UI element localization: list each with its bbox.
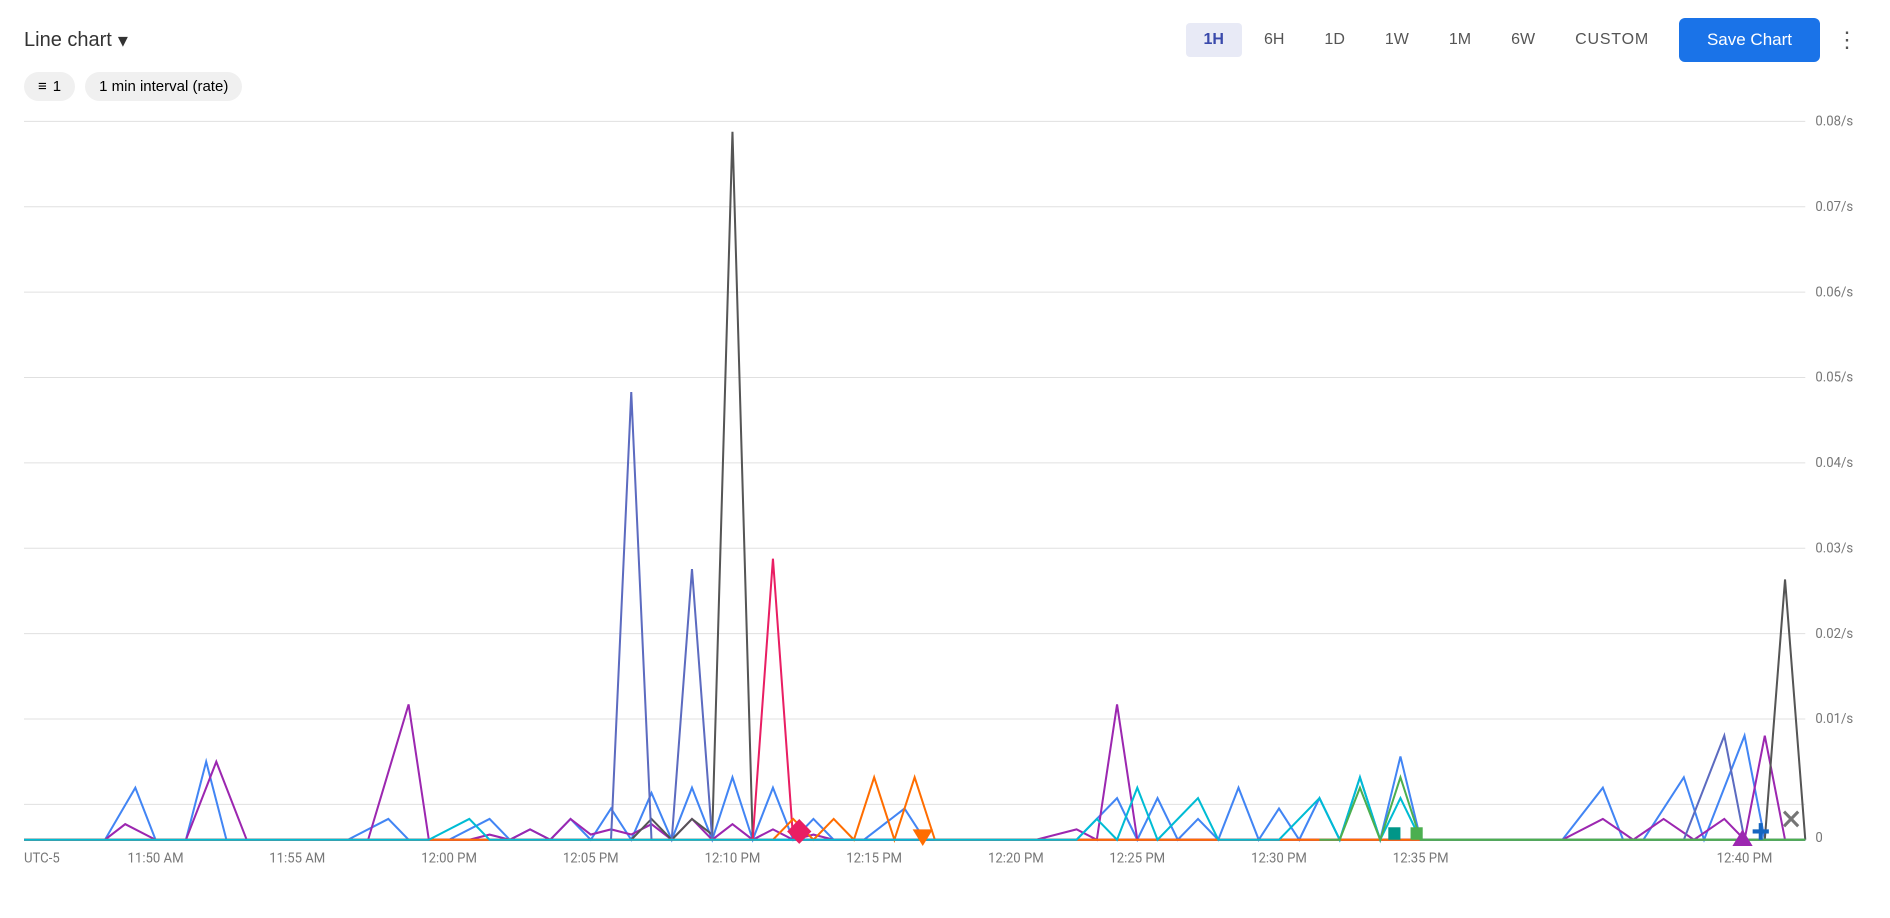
svg-text:UTC-5: UTC-5 [24, 852, 60, 867]
svg-text:12:35 PM: 12:35 PM [1393, 852, 1449, 867]
filter-icon: ≡ [38, 78, 47, 95]
sub-header: ≡ 1 1 min interval (rate) [0, 72, 1890, 111]
svg-text:0.08/s: 0.08/s [1815, 114, 1853, 129]
svg-text:0.01/s: 0.01/s [1815, 712, 1853, 727]
time-btn-1d[interactable]: 1D [1306, 23, 1362, 57]
time-btn-6w[interactable]: 6W [1493, 23, 1553, 57]
time-btn-custom[interactable]: CUSTOM [1557, 23, 1667, 57]
svg-text:0.02/s: 0.02/s [1815, 627, 1853, 642]
gray-x-marker [1784, 812, 1798, 827]
interval-button[interactable]: 1 min interval (rate) [85, 72, 242, 101]
orange-triangle-marker [913, 829, 933, 846]
svg-text:12:15 PM: 12:15 PM [846, 852, 902, 867]
blue-line [24, 736, 1805, 840]
chart-type-button[interactable]: Line chart ▾ [24, 28, 128, 53]
header: Line chart ▾ 1H 6H 1D 1W 1M 6W CUSTOM Sa… [0, 0, 1890, 72]
svg-text:12:05 PM: 12:05 PM [563, 852, 619, 867]
more-options-button[interactable]: ⋮ [1828, 23, 1866, 57]
svg-text:0.06/s: 0.06/s [1815, 285, 1853, 300]
purple-line [24, 704, 1805, 839]
filter-button[interactable]: ≡ 1 [24, 72, 75, 101]
svg-text:0.05/s: 0.05/s [1815, 371, 1853, 386]
svg-text:0.07/s: 0.07/s [1815, 200, 1853, 215]
chart-area: 0.08/s 0.07/s 0.06/s 0.05/s 0.04/s 0.03/… [24, 111, 1866, 871]
blue-purple-line [24, 392, 1805, 840]
svg-text:12:20 PM: 12:20 PM [988, 852, 1044, 867]
svg-text:12:25 PM: 12:25 PM [1109, 852, 1165, 867]
svg-text:0: 0 [1815, 831, 1822, 846]
svg-text:12:00 PM: 12:00 PM [421, 852, 477, 867]
green-square-marker [1411, 827, 1423, 839]
dark-line [24, 132, 1805, 840]
pink-line [24, 559, 1805, 840]
save-chart-button[interactable]: Save Chart [1679, 18, 1820, 62]
svg-text:0.03/s: 0.03/s [1815, 541, 1853, 556]
svg-text:11:50 AM: 11:50 AM [128, 852, 184, 867]
svg-text:12:10 PM: 12:10 PM [705, 852, 761, 867]
filter-count: 1 [53, 78, 61, 95]
time-controls: 1H 6H 1D 1W 1M 6W CUSTOM Save Chart ⋮ [1186, 18, 1866, 62]
svg-text:12:40 PM: 12:40 PM [1717, 852, 1773, 867]
line-chart-svg: 0.08/s 0.07/s 0.06/s 0.05/s 0.04/s 0.03/… [24, 111, 1866, 871]
svg-text:11:55 AM: 11:55 AM [269, 852, 325, 867]
time-btn-1m[interactable]: 1M [1431, 23, 1489, 57]
dropdown-icon: ▾ [118, 28, 128, 53]
teal-square-marker [1388, 827, 1400, 839]
svg-text:0.04/s: 0.04/s [1815, 456, 1853, 471]
time-btn-1h[interactable]: 1H [1186, 23, 1242, 57]
svg-text:12:30 PM: 12:30 PM [1251, 852, 1307, 867]
time-btn-1w[interactable]: 1W [1367, 23, 1427, 57]
chart-type-label: Line chart [24, 29, 112, 52]
time-btn-6h[interactable]: 6H [1246, 23, 1302, 57]
